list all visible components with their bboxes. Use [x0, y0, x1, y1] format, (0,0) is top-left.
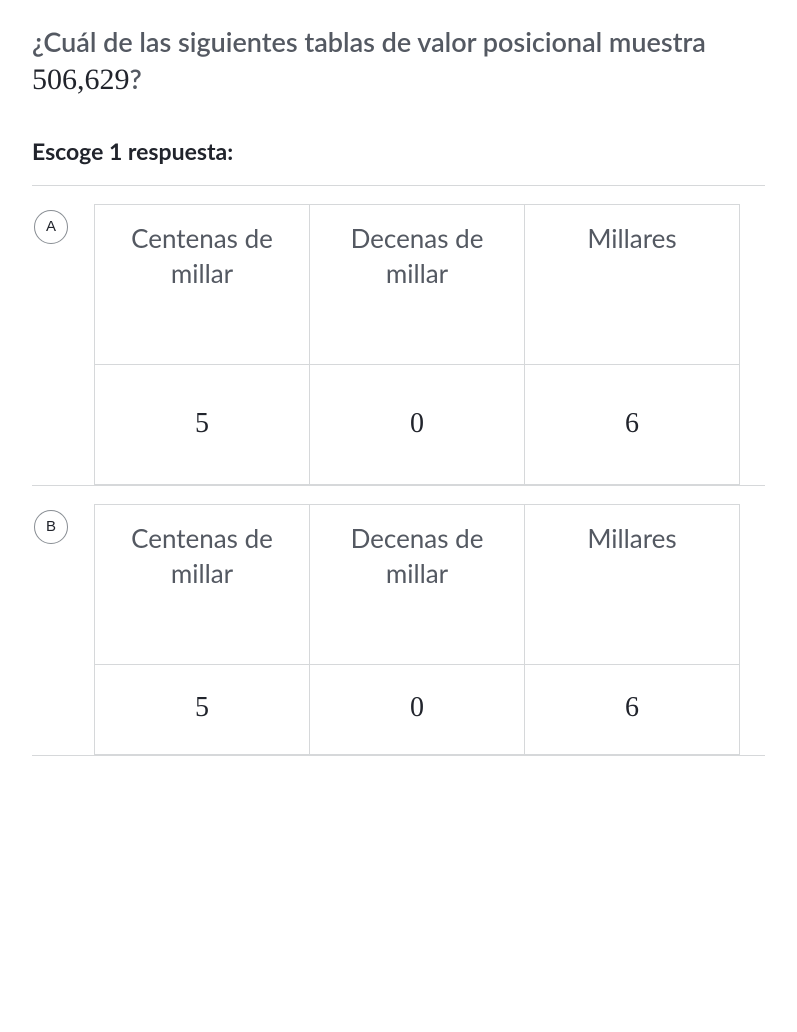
question-number: 506,629: [32, 63, 130, 96]
value-cell: 6: [525, 364, 740, 484]
table-header-row: Centenas de millar Decenas de millar Mil…: [95, 204, 740, 364]
question-text: ¿Cuál de las siguientes tablas de valor …: [32, 24, 765, 101]
exercise-container: ¿Cuál de las siguientes tablas de valor …: [0, 0, 797, 756]
place-value-table-b: Centenas de millar Decenas de millar Mil…: [94, 504, 740, 755]
value-cell: 6: [525, 664, 740, 754]
value-cell: 0: [310, 364, 525, 484]
value-cell: 0: [310, 664, 525, 754]
header-cell: Centenas de millar: [95, 504, 310, 664]
question-suffix: ?: [130, 62, 142, 95]
instruction-text: Escoge 1 respuesta:: [32, 137, 765, 165]
choice-a-body: Centenas de millar Decenas de millar Mil…: [94, 204, 765, 485]
table-row: 5 0 6: [95, 364, 740, 484]
choice-b-body: Centenas de millar Decenas de millar Mil…: [94, 504, 765, 755]
header-cell: Decenas de millar: [310, 204, 525, 364]
choices-list: A Centenas de millar Decenas de millar M…: [32, 185, 765, 756]
header-cell: Decenas de millar: [310, 504, 525, 664]
header-cell: Millares: [525, 204, 740, 364]
value-cell: 5: [95, 364, 310, 484]
header-cell: Centenas de millar: [95, 204, 310, 364]
place-value-table-a: Centenas de millar Decenas de millar Mil…: [94, 204, 740, 485]
choice-a[interactable]: A Centenas de millar Decenas de millar M…: [32, 186, 765, 486]
header-cell: Millares: [525, 504, 740, 664]
choice-letter-b: B: [34, 510, 68, 544]
choice-b[interactable]: B Centenas de millar Decenas de millar M…: [32, 486, 765, 756]
table-header-row: Centenas de millar Decenas de millar Mil…: [95, 504, 740, 664]
question-prefix: ¿Cuál de las siguientes tablas de valor …: [32, 25, 706, 58]
choice-letter-a: A: [34, 210, 68, 244]
table-row: 5 0 6: [95, 664, 740, 754]
value-cell: 5: [95, 664, 310, 754]
